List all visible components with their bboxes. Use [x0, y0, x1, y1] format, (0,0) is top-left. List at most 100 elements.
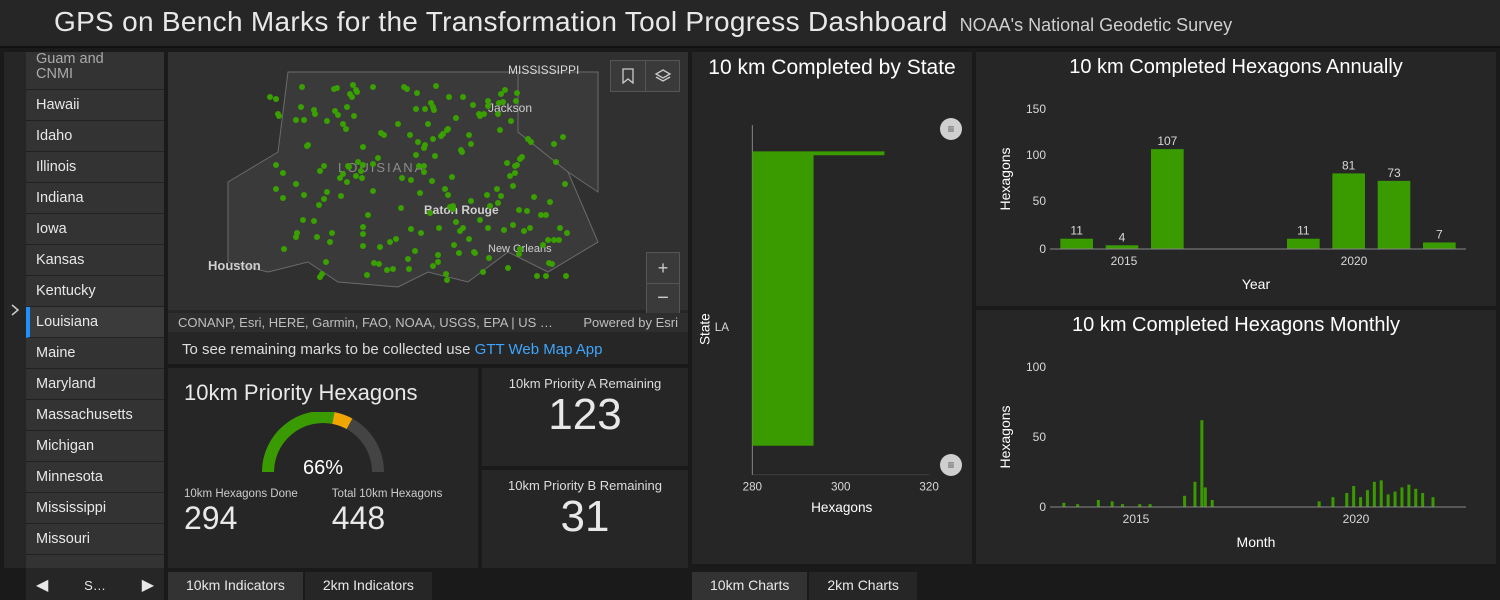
- svg-text:11: 11: [1297, 224, 1310, 238]
- map-label-houston: Houston: [208, 258, 261, 273]
- priority-a-label: 10km Priority A Remaining: [488, 376, 682, 391]
- svg-text:73: 73: [1387, 166, 1401, 180]
- layers-icon: [654, 68, 672, 84]
- map-label-jackson: Jackson: [488, 101, 532, 115]
- map-label-mississippi: MISSISSIPPI: [508, 63, 579, 77]
- layers-button[interactable]: [645, 61, 679, 91]
- svg-text:320: 320: [919, 481, 939, 494]
- sidebar-item-illinois[interactable]: Illinois: [26, 152, 164, 183]
- sidebar-item-maryland[interactable]: Maryland: [26, 369, 164, 400]
- plus-icon: +: [658, 258, 669, 279]
- map-panel: MISSISSIPPI BA LOUISIANA Houston Jackson…: [168, 52, 688, 364]
- tab-2km-indicators[interactable]: 2km Indicators: [305, 572, 434, 600]
- app-header: GPS on Bench Marks for the Transformatio…: [0, 0, 1500, 48]
- state-chart-title: 10 km Completed by State: [696, 56, 968, 80]
- monthly-chart-ylabel: Hexagons: [997, 405, 1013, 468]
- svg-text:280: 280: [743, 481, 763, 494]
- state-chart-panel: 10 km Completed by State State LA 280: [692, 52, 972, 564]
- sidebar-expand-handle[interactable]: [4, 52, 26, 568]
- priority-a-panel: 10km Priority A Remaining 123: [482, 368, 688, 466]
- annual-chart-xlabel: Year: [1242, 276, 1271, 292]
- sidebar-prev-button[interactable]: ◀: [36, 575, 48, 595]
- svg-text:100: 100: [1026, 360, 1046, 374]
- hex-total-value: 448: [332, 500, 443, 537]
- monthly-chart-xlabel: Month: [1237, 534, 1276, 550]
- sidebar-item-massachusetts[interactable]: Massachusetts: [26, 400, 164, 431]
- annual-chart-ylabel: Hexagons: [997, 147, 1013, 210]
- bookmark-button[interactable]: [611, 61, 645, 91]
- svg-text:2015: 2015: [1111, 254, 1138, 268]
- state-sidebar: Guam andCNMIHawaiiIdahoIllinoisIndianaIo…: [4, 52, 164, 600]
- svg-text:4: 4: [1119, 230, 1126, 244]
- chart-tabs: 10km Charts 2km Charts: [692, 572, 1496, 600]
- hex-done-value: 294: [184, 500, 298, 537]
- state-bar-chart: State LA 280 300 320 Hexagons: [696, 80, 968, 520]
- gauge-panel: 10km Priority Hexagons 66% 10km Hexagons…: [168, 368, 478, 568]
- sidebar-item-guam-and-cnmi[interactable]: Guam andCNMI: [26, 52, 164, 90]
- indicator-tabs: 10km Indicators 2km Indicators: [168, 572, 688, 600]
- map-attribution: CONANP, Esri, HERE, Garmin, FAO, NOAA, U…: [168, 313, 688, 332]
- map-hint-text: To see remaining marks to be collected u…: [182, 341, 475, 358]
- page-subtitle: NOAA's National Geodetic Survey: [960, 15, 1233, 36]
- minus-icon: −: [657, 287, 669, 310]
- map-attribution-text: CONANP, Esri, HERE, Garmin, FAO, NOAA, U…: [178, 315, 553, 330]
- monthly-bar-chart: Hexagons 0 50 100 2015 2020 Month: [982, 337, 1490, 557]
- map-toolbar: [610, 60, 680, 92]
- chevron-right-icon: [10, 304, 20, 316]
- zoom-out-button[interactable]: −: [647, 283, 679, 313]
- range-slider-top[interactable]: ≡: [940, 118, 962, 140]
- range-slider-bottom[interactable]: ≡: [940, 454, 962, 476]
- sidebar-item-kentucky[interactable]: Kentucky: [26, 276, 164, 307]
- map-zoom-control: + −: [646, 252, 680, 314]
- gtt-webmap-link[interactable]: GTT Web Map App: [475, 341, 603, 358]
- svg-text:0: 0: [1039, 500, 1046, 514]
- sidebar-item-missouri[interactable]: Missouri: [26, 524, 164, 555]
- svg-text:100: 100: [1026, 148, 1046, 162]
- svg-text:300: 300: [831, 481, 851, 494]
- sidebar-item-indiana[interactable]: Indiana: [26, 183, 164, 214]
- hex-total-label: Total 10km Hexagons: [332, 488, 443, 500]
- svg-text:81: 81: [1342, 158, 1356, 172]
- gauge-chart: 66%: [248, 412, 398, 482]
- map-hint: To see remaining marks to be collected u…: [168, 335, 688, 364]
- sidebar-pager-label: S…: [62, 578, 127, 593]
- state-chart-xlabel: Hexagons: [811, 500, 872, 515]
- zoom-in-button[interactable]: +: [647, 253, 679, 283]
- sidebar-item-louisiana[interactable]: Louisiana: [26, 307, 164, 338]
- monthly-chart-title: 10 km Completed Hexagons Monthly: [982, 314, 1490, 337]
- annual-chart-panel: 10 km Completed Hexagons Annually Hexago…: [976, 52, 1496, 306]
- sidebar-item-maine[interactable]: Maine: [26, 338, 164, 369]
- svg-text:0: 0: [1039, 242, 1046, 256]
- priority-b-label: 10km Priority B Remaining: [488, 478, 682, 493]
- sidebar-item-minnesota[interactable]: Minnesota: [26, 462, 164, 493]
- svg-text:2020: 2020: [1343, 512, 1370, 526]
- svg-text:2020: 2020: [1341, 254, 1368, 268]
- gauge-percent: 66%: [303, 457, 343, 479]
- priority-a-value: 123: [488, 391, 682, 439]
- sidebar-item-idaho[interactable]: Idaho: [26, 121, 164, 152]
- svg-text:2015: 2015: [1123, 512, 1150, 526]
- tab-10km-indicators[interactable]: 10km Indicators: [168, 572, 305, 600]
- sidebar-item-mississippi[interactable]: Mississippi: [26, 493, 164, 524]
- svg-text:11: 11: [1070, 224, 1083, 238]
- priority-b-value: 31: [488, 493, 682, 541]
- monthly-chart-panel: 10 km Completed Hexagons Monthly Hexagon…: [976, 310, 1496, 564]
- svg-text:LA: LA: [715, 321, 729, 334]
- svg-text:7: 7: [1436, 227, 1443, 241]
- sidebar-item-michigan[interactable]: Michigan: [26, 431, 164, 462]
- tab-2km-charts[interactable]: 2km Charts: [809, 572, 919, 600]
- sidebar-item-kansas[interactable]: Kansas: [26, 245, 164, 276]
- svg-text:107: 107: [1157, 134, 1177, 148]
- sidebar-item-iowa[interactable]: Iowa: [26, 214, 164, 245]
- svg-text:50: 50: [1033, 430, 1047, 444]
- bookmark-icon: [621, 68, 635, 84]
- sidebar-item-hawaii[interactable]: Hawaii: [26, 90, 164, 121]
- page-title: GPS on Bench Marks for the Transformatio…: [54, 6, 948, 38]
- priority-b-panel: 10km Priority B Remaining 31: [482, 470, 688, 568]
- svg-text:150: 150: [1026, 102, 1046, 116]
- sidebar-pager: ◀ S… ▶: [26, 568, 164, 600]
- map-powered-by: Powered by Esri: [583, 315, 678, 330]
- sidebar-next-button[interactable]: ▶: [142, 575, 154, 595]
- annual-bar-chart: Hexagons 1141071181737 0 50 100 150 2015…: [982, 79, 1490, 299]
- tab-10km-charts[interactable]: 10km Charts: [692, 572, 809, 600]
